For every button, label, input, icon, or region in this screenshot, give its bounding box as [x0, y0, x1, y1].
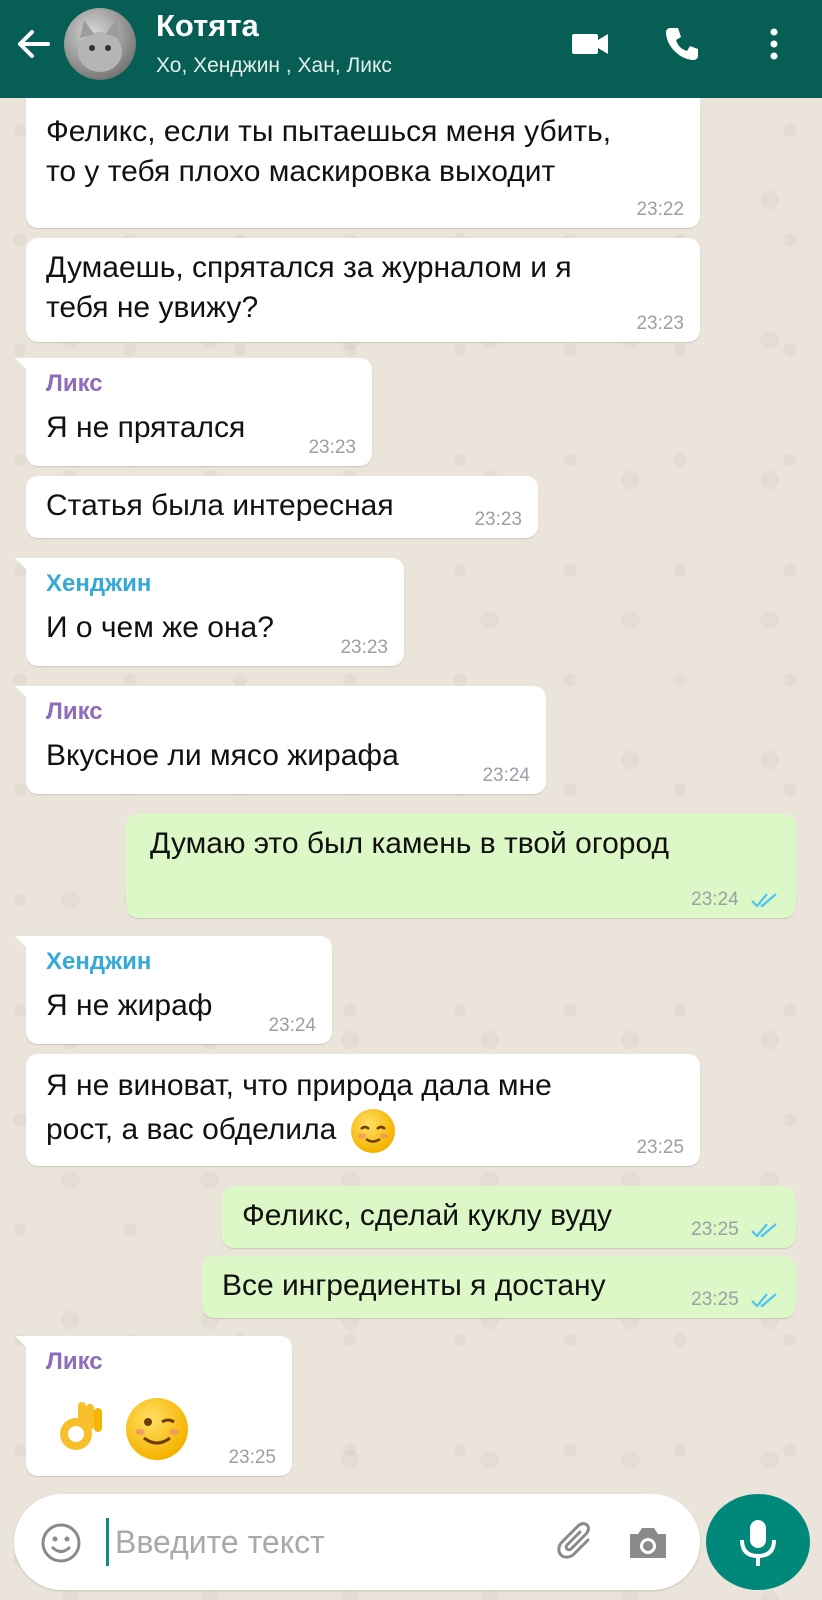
- camera-icon: [630, 1528, 666, 1558]
- chat-members[interactable]: Хо, Хенджин , Хан, Ликс: [156, 54, 392, 78]
- message-bubble-incoming[interactable]: Хенджин Я не жираф 23:24: [15, 936, 332, 1044]
- relieved-face-emoji: [350, 1109, 395, 1154]
- more-options-button[interactable]: [752, 22, 796, 66]
- message-time: 23:25: [691, 1289, 739, 1310]
- message-line-with-emoji: рост, а вас обделила: [46, 1108, 680, 1154]
- message-time: 23:25: [636, 1137, 684, 1158]
- bubble-tail: [15, 558, 29, 572]
- winking-face-emoji: [126, 1398, 189, 1460]
- more-vert-icon: [770, 28, 778, 60]
- message-bubble-incoming[interactable]: Ликс Я не прятался 23:23: [15, 358, 372, 466]
- message-line: Я не виноват, что природа дала мне: [46, 1069, 552, 1102]
- message-time: 23:24: [482, 765, 530, 786]
- message-time: 23:23: [474, 509, 522, 530]
- bubble-tail: [15, 358, 29, 372]
- camera-button[interactable]: [624, 1520, 672, 1566]
- message-time: 23:23: [636, 313, 684, 334]
- back-button[interactable]: [12, 22, 56, 66]
- message-time: 23:23: [340, 637, 388, 658]
- message-bubble-incoming[interactable]: Феликс, если ты пытаешься меня убить, то…: [26, 98, 700, 228]
- message-text: Феликс, если ты пытаешься меня убить, то…: [46, 108, 680, 192]
- ok-hand-emoji: [48, 1398, 110, 1460]
- message-bubble-outgoing[interactable]: Думаю это был камень в твой огород 23:24: [126, 814, 796, 918]
- message-time: 23:25: [691, 1219, 739, 1240]
- double-check-read-icon: [751, 893, 777, 908]
- message-line: Думаешь, спрятался за журналом и я: [46, 251, 572, 284]
- message-line: рост, а вас обделила: [46, 1113, 337, 1146]
- video-call-icon: [572, 34, 608, 54]
- message-bubble-incoming[interactable]: Думаешь, спрятался за журналом и я тебя …: [26, 238, 700, 342]
- phone-icon: [666, 28, 698, 60]
- message-meta: 23:25: [691, 1290, 780, 1310]
- message-text: Я не прятался: [46, 411, 246, 444]
- voice-record-button[interactable]: [706, 1494, 810, 1590]
- double-check-read-icon: [751, 1223, 777, 1238]
- message-bubble-incoming[interactable]: Ликс 23:25: [15, 1336, 292, 1476]
- sender-name[interactable]: Хенджин: [46, 568, 384, 600]
- message-time: 23:23: [308, 437, 356, 458]
- message-text: И о чем же она?: [46, 611, 274, 644]
- message-text: Думаю это был камень в твой огород: [150, 827, 670, 860]
- sender-name[interactable]: Ликс: [46, 1346, 272, 1378]
- message-list[interactable]: Феликс, если ты пытаешься меня убить, то…: [0, 98, 822, 1488]
- message-time: 23:24: [268, 1015, 316, 1036]
- voice-call-button[interactable]: [660, 22, 704, 66]
- bubble-tail: [15, 1336, 29, 1350]
- message-bubble-outgoing[interactable]: Феликс, сделай куклу вуду 23:25: [222, 1186, 796, 1248]
- message-bubble-incoming[interactable]: Ликс Вкусное ли мясо жирафа 23:24: [15, 686, 546, 794]
- group-avatar[interactable]: [64, 8, 136, 80]
- bubble-tail: [15, 936, 29, 950]
- message-compose-bar: [14, 1494, 700, 1590]
- message-bubble-incoming[interactable]: Статья была интересная 23:23: [26, 476, 538, 538]
- chat-header: Котята Хо, Хенджин , Хан, Ликс: [0, 0, 822, 98]
- message-time: 23:22: [636, 199, 684, 220]
- double-check-read-icon: [751, 1293, 777, 1308]
- message-text: Статья была интересная: [46, 489, 394, 522]
- message-bubble-incoming[interactable]: Хенджин И о чем же она? 23:23: [15, 558, 404, 666]
- microphone-icon: [740, 1520, 776, 1566]
- emoji-icon: [41, 1523, 81, 1563]
- video-call-button[interactable]: [568, 22, 612, 66]
- back-arrow-icon: [18, 30, 50, 58]
- message-bubble-incoming[interactable]: Я не виноват, что природа дала мне рост,…: [26, 1054, 700, 1166]
- message-text: Думаешь, спрятался за журналом и я тебя …: [46, 248, 680, 328]
- cat-avatar-image: [78, 20, 122, 72]
- emoji-row: [48, 1398, 189, 1460]
- paperclip-icon: [557, 1522, 590, 1559]
- message-meta: 23:25: [691, 1220, 780, 1240]
- sender-name[interactable]: Хенджин: [46, 946, 312, 978]
- message-text: Я не виноват, что природа дала мне рост,…: [46, 1064, 680, 1154]
- sender-name[interactable]: Ликс: [46, 368, 352, 400]
- message-text: Вкусное ли мясо жирафа: [46, 739, 399, 772]
- message-line: тебя не увижу?: [46, 291, 259, 324]
- message-time: 23:24: [691, 889, 739, 910]
- bubble-tail: [15, 686, 29, 700]
- attach-button[interactable]: [554, 1520, 600, 1566]
- message-line: Феликс, если ты пытаешься меня убить,: [46, 115, 612, 148]
- emoji-button[interactable]: [40, 1522, 82, 1564]
- sender-name[interactable]: Ликс: [46, 696, 526, 728]
- message-line: то у тебя плохо маскировка выходит: [46, 155, 556, 188]
- chat-title[interactable]: Котята: [156, 8, 259, 44]
- message-time: 23:25: [228, 1447, 276, 1468]
- message-bubble-outgoing[interactable]: Все ингредиенты я достану 23:25: [202, 1256, 796, 1318]
- message-meta: 23:24: [691, 890, 780, 910]
- message-input[interactable]: [106, 1518, 526, 1566]
